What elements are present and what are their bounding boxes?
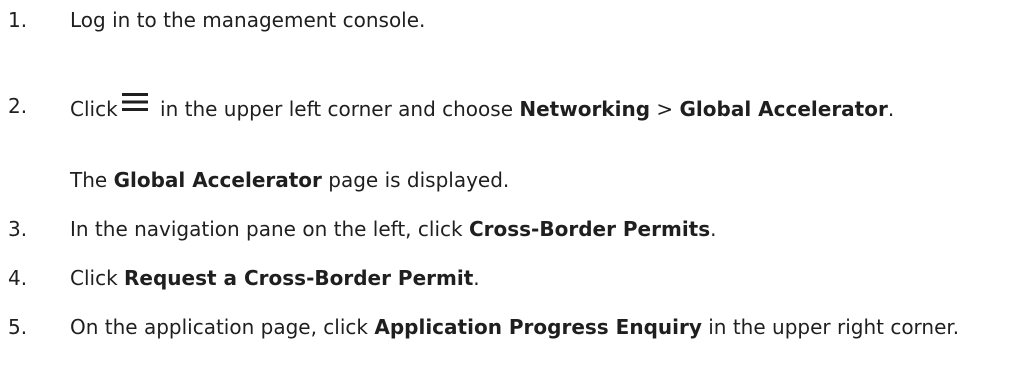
step-text: On the application page, click Applicati… xyxy=(70,313,1000,341)
step-text-prefix: In the navigation pane on the left, clic… xyxy=(70,217,469,241)
step-bold-target: Cross-Border Permits xyxy=(468,217,711,241)
step-text-suffix: . xyxy=(710,217,717,241)
step-number: 4. xyxy=(8,266,28,290)
step-bold-target: Application Progress Enquiry xyxy=(374,315,702,339)
step-text: Click Request a Cross-Border Permit. xyxy=(70,264,1000,292)
menu-icon xyxy=(121,92,148,112)
step-2-result: The Global Accelerator page is displayed… xyxy=(70,166,1000,194)
menu-path-global-accelerator: Global Accelerator xyxy=(679,97,888,121)
step-number: 1. xyxy=(8,8,28,32)
step-text-suffix: in the upper right corner. xyxy=(701,315,960,339)
result-prefix: The xyxy=(70,168,114,192)
step-text-prefix: Click xyxy=(70,97,118,121)
step-bold-target: Request a Cross-Border Permit xyxy=(124,266,474,290)
step-text-middle: in the upper left corner and choose xyxy=(153,97,520,121)
step-text: In the navigation pane on the left, clic… xyxy=(70,215,1000,243)
menu-path-networking: Networking xyxy=(519,97,651,121)
step-text-suffix: . xyxy=(473,266,480,290)
step-number: 5. xyxy=(8,315,28,339)
step-text-prefix: On the application page, click xyxy=(70,315,375,339)
step-text-prefix: Click xyxy=(70,266,125,290)
step-number: 2. xyxy=(8,94,28,118)
result-rest: page is displayed. xyxy=(321,168,510,192)
menu-path-separator: > xyxy=(650,97,680,121)
step-text: Log in to the management console. xyxy=(70,8,426,32)
step-number: 3. xyxy=(8,217,28,241)
instruction-list: 1. Log in to the management console. 2. … xyxy=(0,0,1019,367)
step-text: Click in the upper left corner and choos… xyxy=(70,92,1000,123)
result-page-name: Global Accelerator xyxy=(113,168,322,192)
step-text-suffix: . xyxy=(887,97,895,121)
